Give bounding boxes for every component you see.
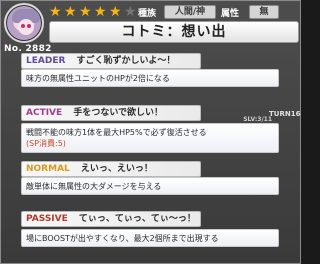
attribute-value: 無 (249, 5, 279, 19)
leader-tag: LEADER (26, 56, 66, 66)
passive-skill-description: 場にBOOSTが出やすくなり、最大2個所まで出現する (21, 229, 279, 247)
skill-level: SLV:3/11 (243, 116, 272, 123)
portrait-eye-right (27, 24, 31, 28)
leader-skill-name: すごく恥ずかしいよ～！ (76, 56, 176, 66)
passive-tag: PASSIVE (26, 214, 68, 224)
active-skill-body: SLV:3/11 戦闘不能の味方1体を最大HP5%で必ず復活させる (SP消費:… (21, 116, 279, 153)
star-icon: ★ (79, 4, 92, 20)
active-tag: ACTIVE (26, 108, 63, 118)
active-skill-sp-cost: (SP消費:5) (26, 139, 66, 148)
star-empty-icon: ★ (124, 4, 137, 20)
unit-title: コトミ：想い出 (49, 21, 299, 43)
race-label: 種族 (138, 9, 157, 19)
star-icon: ★ (64, 4, 77, 20)
normal-skill-header: NORMAL えいっ、えいっ！ (21, 161, 201, 177)
active-skill-name: 手をつないで欲しい！ (73, 108, 164, 118)
passive-skill-name: てぃっ、てぃっ、てぃ～っ！ (78, 214, 196, 224)
race-value: 人間/神 (164, 5, 216, 19)
portrait-eye-left (21, 24, 25, 28)
active-skill-turns: TURN16 (269, 110, 301, 118)
leader-skill-header: LEADER すごく恥ずかしいよ～！ (21, 53, 201, 69)
normal-skill-description: 敵単体に無属性の大ダメージを与える (21, 177, 279, 195)
passive-skill-section: PASSIVE てぃっ、てぃっ、てぃ～っ！ 場にBOOSTが出やすくなり、最大2… (21, 211, 279, 247)
normal-tag: NORMAL (26, 164, 70, 174)
unit-card: No. 2882 ★ ★ ★ ★ ★ ★ 種族 人間/神 属性 無 コトミ：想い… (0, 0, 301, 264)
leader-skill-description: 味方の無属性ユニットのHPが2倍になる (21, 69, 279, 87)
normal-skill-name: えいっ、えいっ！ (80, 164, 153, 174)
rarity-stars: ★ ★ ★ ★ ★ ★ (49, 5, 138, 19)
active-skill-section: ACTIVE 手をつないで欲しい！ SLV:3/11 戦闘不能の味方1体を最大H… (21, 105, 279, 153)
leader-skill-section: LEADER すごく恥ずかしいよ～！ 味方の無属性ユニットのHPが2倍になる (21, 53, 279, 87)
unit-portrait[interactable] (4, 3, 44, 43)
star-icon: ★ (109, 4, 122, 20)
passive-skill-header: PASSIVE てぃっ、てぃっ、てぃ～っ！ (21, 211, 201, 227)
normal-skill-section: NORMAL えいっ、えいっ！ 敵単体に無属性の大ダメージを与える (21, 161, 279, 195)
active-skill-header: ACTIVE 手をつないで欲しい！ (21, 105, 201, 121)
star-icon: ★ (94, 4, 107, 20)
active-skill-description: 戦闘不能の味方1体を最大HP5%で必ず復活させる (26, 128, 207, 137)
star-icon: ★ (49, 4, 62, 20)
attribute-label: 属性 (221, 9, 240, 19)
